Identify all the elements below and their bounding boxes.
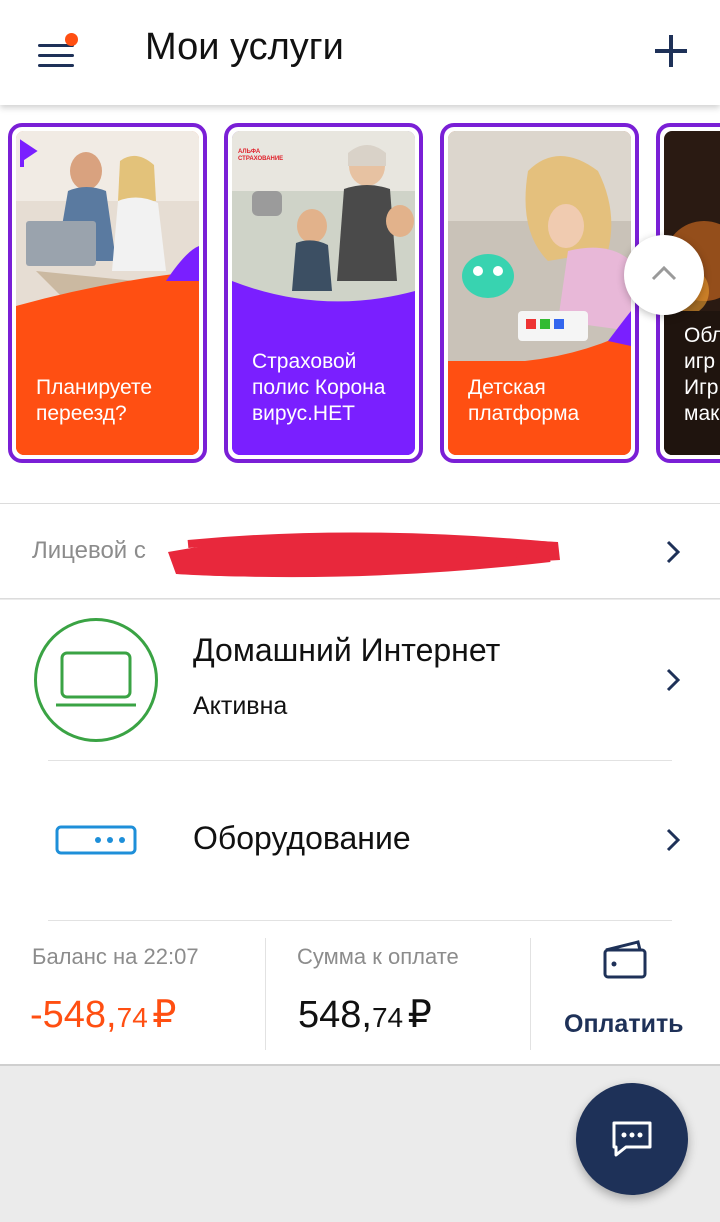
wallet-icon: [603, 940, 647, 979]
menu-icon-bar: [38, 54, 74, 57]
story-inner: Детская платформа: [448, 131, 631, 455]
due-amount-int: 548,: [298, 994, 372, 1036]
account-number-label: Лицевой с: [32, 537, 146, 564]
due-block: Сумма к оплате 548,74 ₽: [266, 920, 531, 1066]
story-caption-line: платформа: [468, 402, 580, 425]
service-row-equipment[interactable]: Оборудование: [0, 760, 720, 920]
chat-icon: [612, 1121, 652, 1157]
balance-block: Баланс на 22:07 -548,74 ₽: [0, 920, 265, 1066]
story-caption: Обл игр Игр мак: [684, 323, 720, 427]
svg-text:СТРАХОВАНИЕ: СТРАХОВАНИЕ: [238, 156, 283, 162]
service-status: Активна: [193, 692, 288, 720]
story-caption-line: мак: [684, 402, 720, 425]
balance-label: Баланс на 22:07: [32, 944, 199, 969]
story-caption-line: игр: [684, 350, 716, 373]
notification-dot: [65, 33, 78, 46]
story-caption-line: переезд?: [36, 402, 127, 425]
services-card: Домашний Интернет Активна Оборудование Б…: [0, 600, 720, 1066]
story-card-moving[interactable]: Планируете переезд?: [8, 123, 207, 463]
story-caption: Страховой полис Корона вирус.НЕТ: [252, 349, 385, 427]
service-title: Оборудование: [193, 820, 411, 856]
laptop-icon: [56, 651, 136, 707]
story-inner: АЛЬФА СТРАХОВАНИЕ Страховой полис Корона…: [232, 131, 415, 455]
promo-stories-carousel[interactable]: Планируете переезд? АЛЬФА СТРАХОВАНИЕ Ст…: [0, 105, 720, 503]
balance-currency: ₽: [152, 994, 177, 1036]
story-caption: Детская платформа: [468, 375, 579, 427]
story-card-kids-platform[interactable]: Детская платформа: [440, 123, 639, 463]
service-row-home-internet[interactable]: Домашний Интернет Активна: [0, 600, 720, 760]
balance-amount-int: -548,: [30, 994, 117, 1036]
story-caption-line: Игр: [684, 376, 719, 399]
due-amount-frac: 74: [371, 1002, 404, 1033]
menu-icon-bar: [38, 64, 74, 67]
chat-support-button[interactable]: [576, 1083, 688, 1195]
redaction-scribble: [168, 532, 560, 578]
due-currency: ₽: [407, 994, 432, 1036]
balance-amount: -548,74 ₽: [30, 992, 176, 1037]
menu-button[interactable]: [30, 32, 82, 72]
story-inner: Планируете переезд?: [16, 131, 199, 455]
app-header: Мои услуги: [0, 0, 720, 105]
chevron-right-icon: [666, 540, 681, 564]
balance-amount-frac: 74: [116, 1002, 148, 1033]
due-label: Сумма к оплате: [297, 944, 459, 969]
story-caption-line: полис Корона: [252, 376, 386, 399]
balance-section: Баланс на 22:07 -548,74 ₽ Сумма к оплате…: [0, 920, 720, 1066]
due-amount: 548,74 ₽: [298, 992, 432, 1037]
service-icon-ring: [34, 618, 158, 742]
personal-account-row[interactable]: Лицевой с: [0, 503, 720, 599]
story-card-insurance[interactable]: АЛЬФА СТРАХОВАНИЕ Страховой полис Корона…: [224, 123, 423, 463]
svg-text:АЛЬФА: АЛЬФА: [238, 149, 261, 155]
chevron-up-icon: [651, 265, 677, 281]
story-caption: Планируете переезд?: [36, 375, 152, 427]
page-title: Мои услуги: [145, 26, 344, 68]
chevron-right-icon: [666, 668, 681, 692]
pay-label: Оплатить: [564, 1010, 684, 1038]
story-caption-line: Обл: [684, 324, 720, 347]
story-caption-line: Страховой: [252, 350, 357, 373]
chevron-right-icon: [666, 828, 681, 852]
story-caption-line: Детская: [468, 376, 546, 399]
router-icon: [55, 825, 137, 855]
story-caption-line: вирус.НЕТ: [252, 402, 355, 425]
collapse-stories-button[interactable]: [624, 235, 704, 315]
add-service-button[interactable]: [648, 28, 694, 74]
story-caption-line: Планируете: [36, 376, 153, 399]
service-title: Домашний Интернет: [193, 632, 501, 668]
pay-button[interactable]: Оплатить: [531, 920, 720, 1066]
